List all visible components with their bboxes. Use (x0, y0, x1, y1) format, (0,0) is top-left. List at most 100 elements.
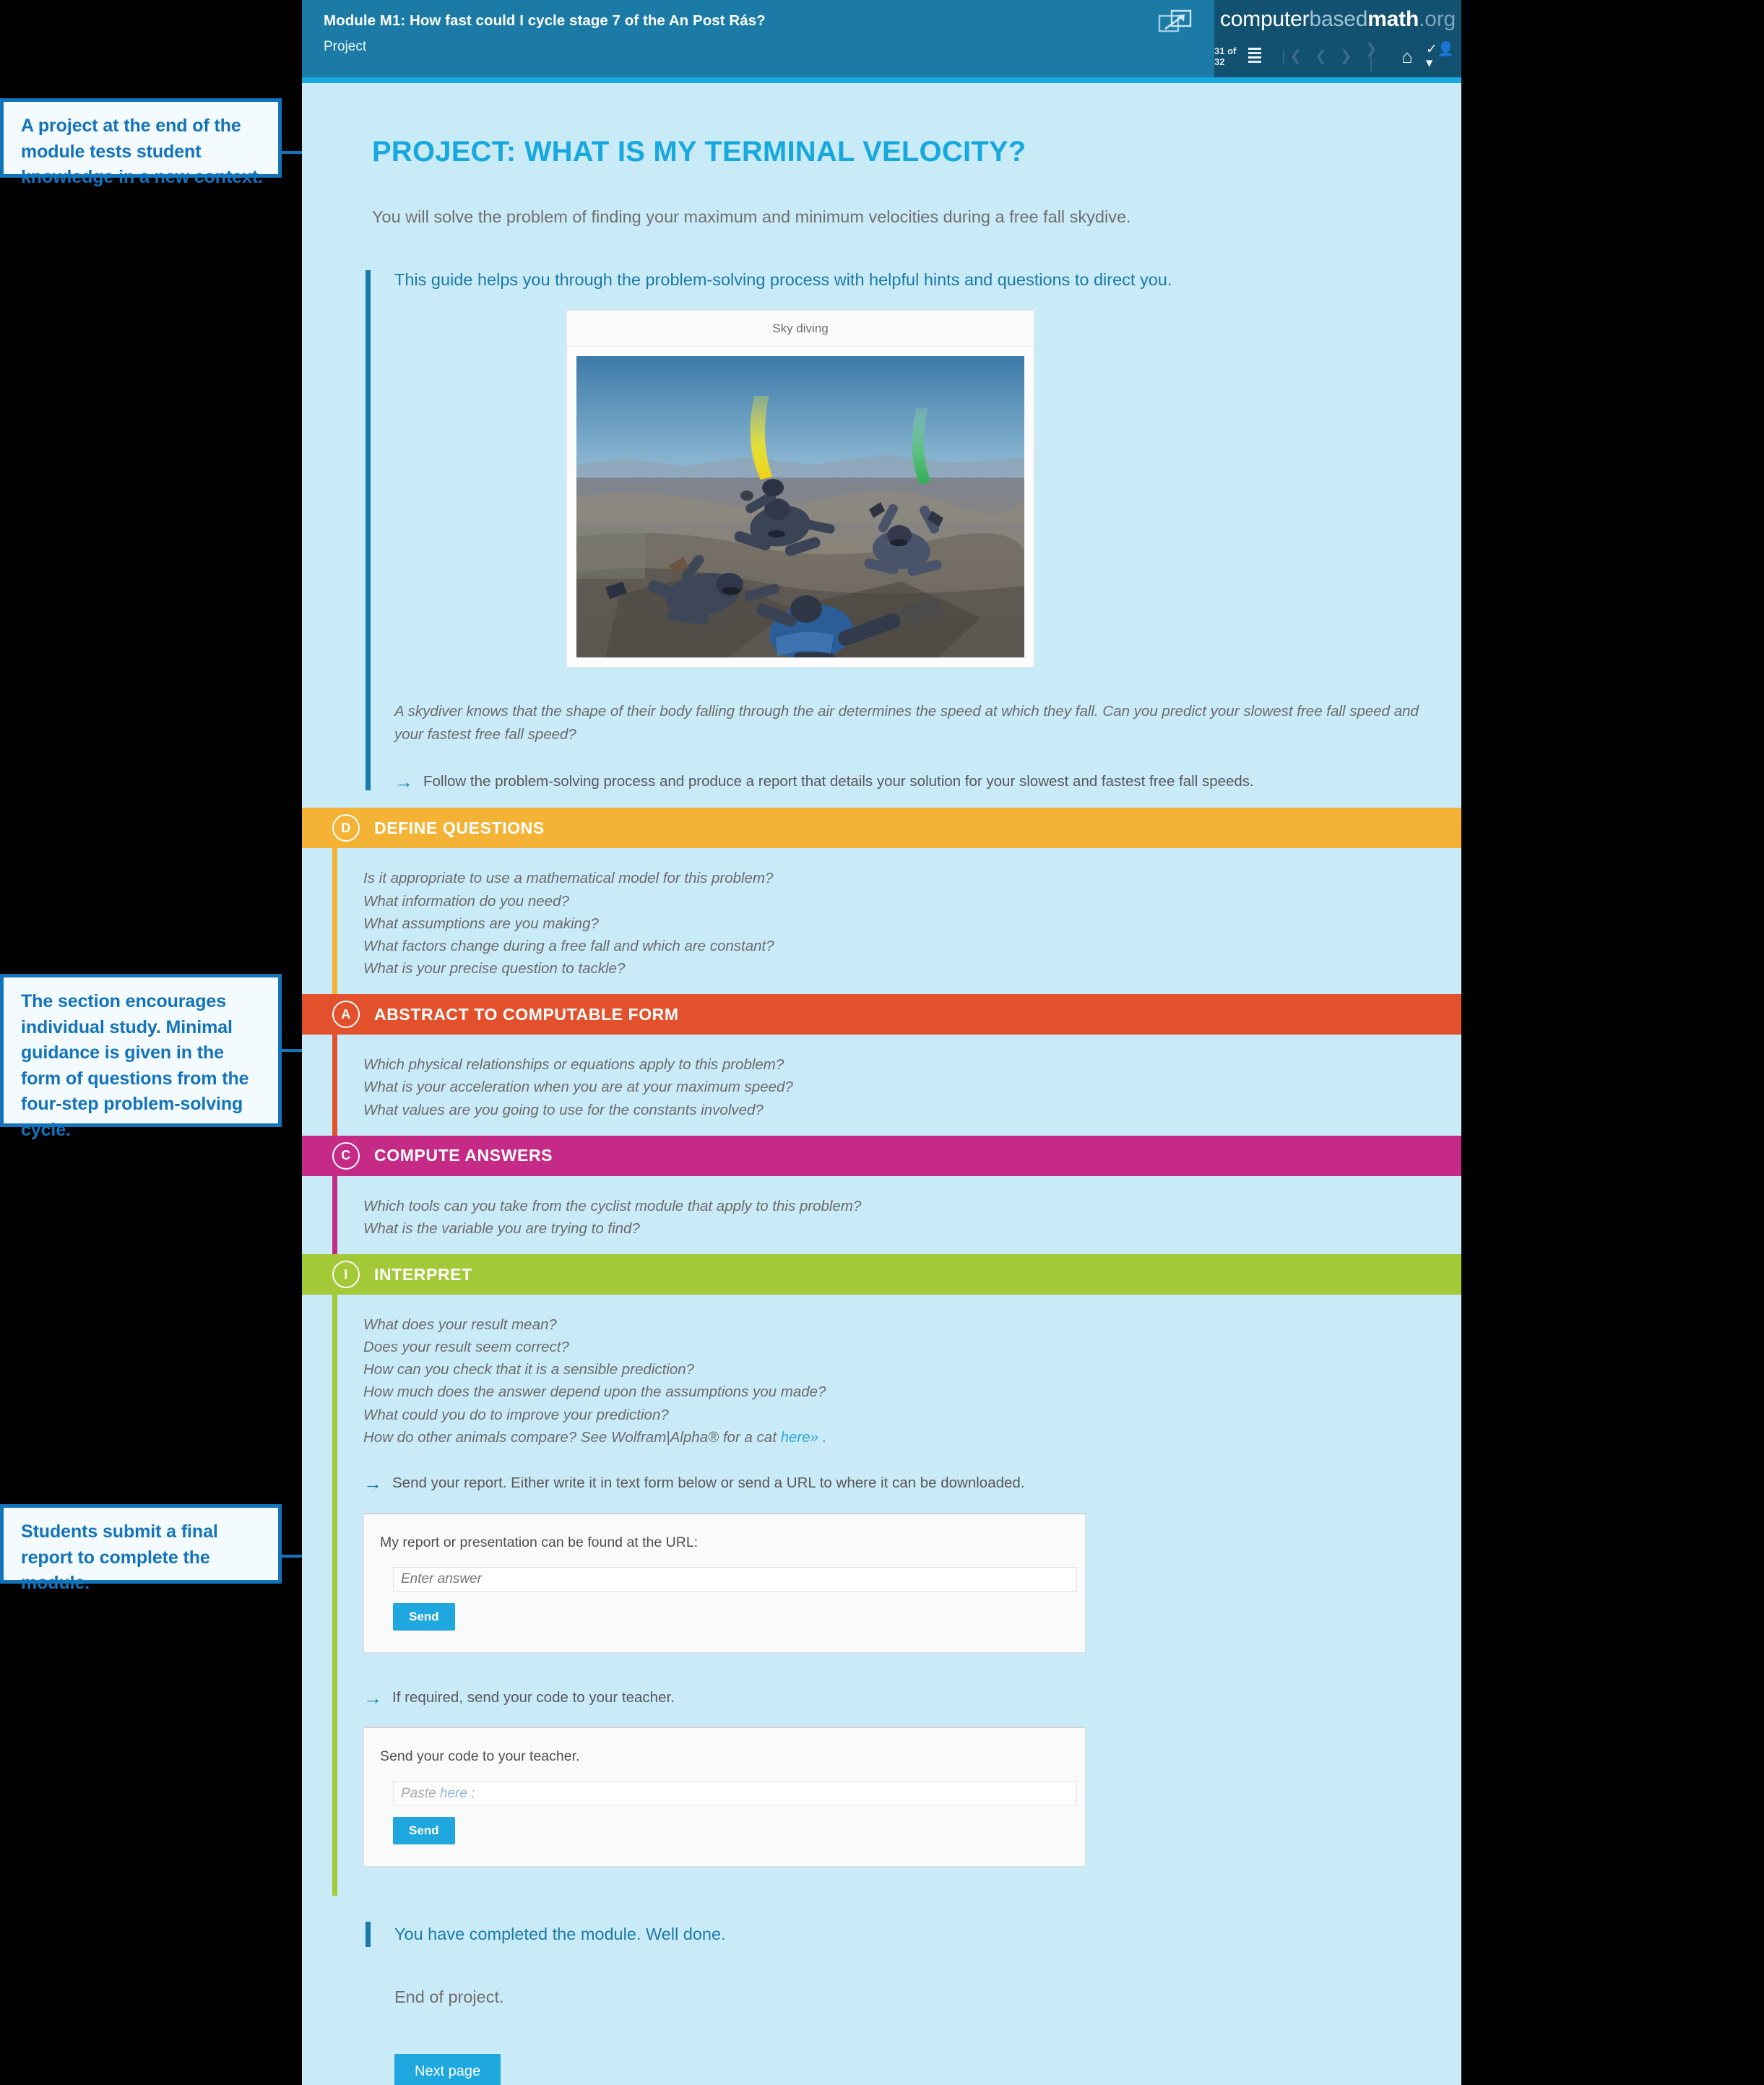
report-url-input[interactable] (393, 1566, 1077, 1592)
section-compute: C COMPUTE ANSWERS Which tools can you ta… (302, 1135, 1461, 1255)
wolfram-here-link[interactable]: here» (781, 1429, 818, 1446)
annotation-callout-3: Students submit a final report to comple… (0, 1504, 282, 1593)
list-icon[interactable] (1248, 48, 1261, 65)
annotation-text: A project at the end of the module tests… (21, 116, 263, 187)
next-page-icon[interactable]: ❯ (1340, 49, 1352, 64)
page-counter: 31 of 32 (1214, 46, 1237, 67)
section-title: COMPUTE ANSWERS (374, 1146, 553, 1165)
annotation-text: Students submit a final report to comple… (21, 1521, 218, 1593)
report-send-button[interactable]: Send (393, 1602, 455, 1631)
follow-instruction-text: Follow the problem-solving process and p… (423, 772, 1254, 790)
section-question-wolfram: How do other animals compare? See Wolfra… (363, 1426, 1461, 1449)
section-question: What is your acceleration when you are a… (363, 1079, 793, 1096)
code-here-link[interactable]: here (440, 1786, 467, 1801)
section-question: What does your result mean? (363, 1316, 557, 1333)
section-question: What is your precise question to tackle? (363, 960, 626, 977)
section-header[interactable]: C COMPUTE ANSWERS (302, 1135, 1461, 1176)
section-abstract: A ABSTRACT TO COMPUTABLE FORM Which phys… (302, 994, 1461, 1136)
app-topbar: Module M1: How fast could I cycle stage … (302, 0, 1461, 77)
section-question: How can you check that it is a sensible … (363, 1361, 695, 1378)
follow-instruction-row: → Follow the problem-solving process and… (394, 770, 1461, 793)
account-icon[interactable]: ✓👤▾ (1426, 43, 1455, 70)
section-question: Which physical relationships or equation… (363, 1056, 784, 1074)
wolfram-question-post: . (818, 1428, 827, 1446)
figure-image-wrap (567, 347, 1034, 667)
guide-block: This guide helps you through the problem… (366, 270, 1461, 793)
annotation-text: The section encourages individual study.… (21, 991, 249, 1140)
section-question: What factors change during a free fall a… (363, 937, 774, 954)
code-instruction-text: If required, send your code to your teac… (392, 1688, 675, 1706)
section-body: Is it appropriate to use a mathematical … (302, 848, 1461, 994)
pager-nav: 31 of 32 ❘❮ ❮ ❯ ❯❘ ⌂ ✓👤▾ (1214, 42, 1461, 71)
page-content: PROJECT: WHAT IS MY TERMINAL VELOCITY? Y… (302, 136, 1461, 2085)
section-question: Which tools can you take from the cyclis… (363, 1197, 862, 1214)
module-subtitle: Project (324, 38, 367, 54)
figure-caption: Sky diving (567, 311, 1034, 347)
code-form-label: Send your code to your teacher. (380, 1748, 580, 1765)
code-paste-input[interactable]: Paste here : (393, 1781, 1077, 1806)
code-placeholder-post: : (467, 1786, 475, 1802)
wolfram-question-pre: How do other animals compare? See Wolfra… (363, 1428, 781, 1446)
report-instruction-text: Send your report. Either write it in tex… (392, 1474, 1025, 1491)
section-question: Is it appropriate to use a mathematical … (363, 870, 774, 887)
section-header[interactable]: D DEFINE QUESTIONS (302, 808, 1461, 849)
intro-paragraph: You will solve the problem of finding yo… (372, 207, 1131, 226)
next-page-button[interactable]: Next page (394, 2054, 501, 2085)
topbar-titles: Module M1: How fast could I cycle stage … (324, 10, 766, 55)
page-title: PROJECT: WHAT IS MY TERMINAL VELOCITY? (372, 136, 1026, 168)
code-instruction-row: → If required, send your code to your te… (363, 1686, 1461, 1709)
completion-block: You have completed the module. Well done… (366, 1922, 1461, 1948)
home-icon[interactable]: ⌂ (1401, 47, 1413, 66)
section-interpret: I INTERPRET What does your result mean? … (302, 1254, 1461, 1896)
figure-card: Sky diving (566, 310, 1034, 668)
section-question: Does your result seem correct? (363, 1339, 569, 1356)
section-define: D DEFINE QUESTIONS Is it appropriate to … (302, 808, 1461, 994)
brand-part-4: .org (1419, 7, 1456, 31)
section-question: What could you do to improve your predic… (363, 1406, 669, 1423)
brand-part-1: computer (1220, 7, 1310, 31)
code-placeholder-pre: Paste (401, 1786, 440, 1802)
section-badge: A (332, 1001, 360, 1029)
section-title: DEFINE QUESTIONS (374, 818, 545, 837)
section-badge: D (332, 814, 360, 842)
code-form-card: Send your code to your teacher. Paste he… (363, 1727, 1086, 1868)
section-question: What values are you going to use for the… (363, 1101, 764, 1118)
section-body: Which physical relationships or equation… (302, 1035, 1461, 1136)
section-question: How much does the answer depend upon the… (363, 1383, 826, 1401)
report-form-card: My report or presentation can be found a… (363, 1512, 1086, 1653)
brand-logo: computerbasedmath.org (1214, 7, 1461, 32)
prev-page-icon[interactable]: ❮ (1315, 49, 1327, 64)
module-title: Module M1: How fast could I cycle stage … (324, 12, 766, 29)
annotation-callout-2: The section encourages individual study.… (0, 974, 282, 1140)
last-page-icon[interactable]: ❯❘ (1365, 42, 1385, 71)
section-title: INTERPRET (374, 1264, 472, 1284)
report-form-label: My report or presentation can be found a… (380, 1534, 699, 1550)
section-body: What does your result mean? Does your re… (302, 1295, 1461, 1896)
arrow-right-icon: → (363, 1472, 382, 1494)
section-header[interactable]: I INTERPRET (302, 1254, 1461, 1295)
annotation-callout-1: A project at the end of the module tests… (0, 98, 282, 187)
section-body: Which tools can you take from the cyclis… (302, 1175, 1461, 1255)
section-badge: I (332, 1261, 360, 1288)
brand-part-2: based (1309, 7, 1368, 31)
section-question: What is the variable you are trying to f… (363, 1220, 640, 1237)
skydiver-note: A skydiver knows that the shape of their… (394, 703, 1419, 743)
section-header[interactable]: A ABSTRACT TO COMPUTABLE FORM (302, 994, 1461, 1035)
popout-icon[interactable] (1158, 7, 1193, 36)
accent-strip (302, 77, 1461, 83)
end-of-project-text: End of project. (394, 1987, 504, 2007)
screenshot-root: A project at the end of the module tests… (0, 0, 1764, 2085)
arrow-right-icon: → (363, 1686, 382, 1709)
skydiving-image (576, 356, 1024, 657)
section-question: What assumptions are you making? (363, 915, 599, 932)
code-send-button[interactable]: Send (393, 1817, 455, 1845)
guide-lead-text: This guide helps you through the problem… (394, 270, 1172, 289)
section-question: What information do you need? (363, 892, 569, 910)
topbar-right-panel: computerbasedmath.org 31 of 32 ❘❮ ❮ ❯ ❯❘… (1214, 0, 1461, 77)
section-badge: C (332, 1141, 360, 1170)
brand-part-3: math (1367, 7, 1419, 31)
completion-text: You have completed the module. Well done… (394, 1925, 726, 1944)
report-instruction-row: → Send your report. Either write it in t… (363, 1472, 1461, 1494)
arrow-right-icon: → (394, 770, 413, 793)
first-page-icon[interactable]: ❘❮ (1278, 49, 1302, 64)
